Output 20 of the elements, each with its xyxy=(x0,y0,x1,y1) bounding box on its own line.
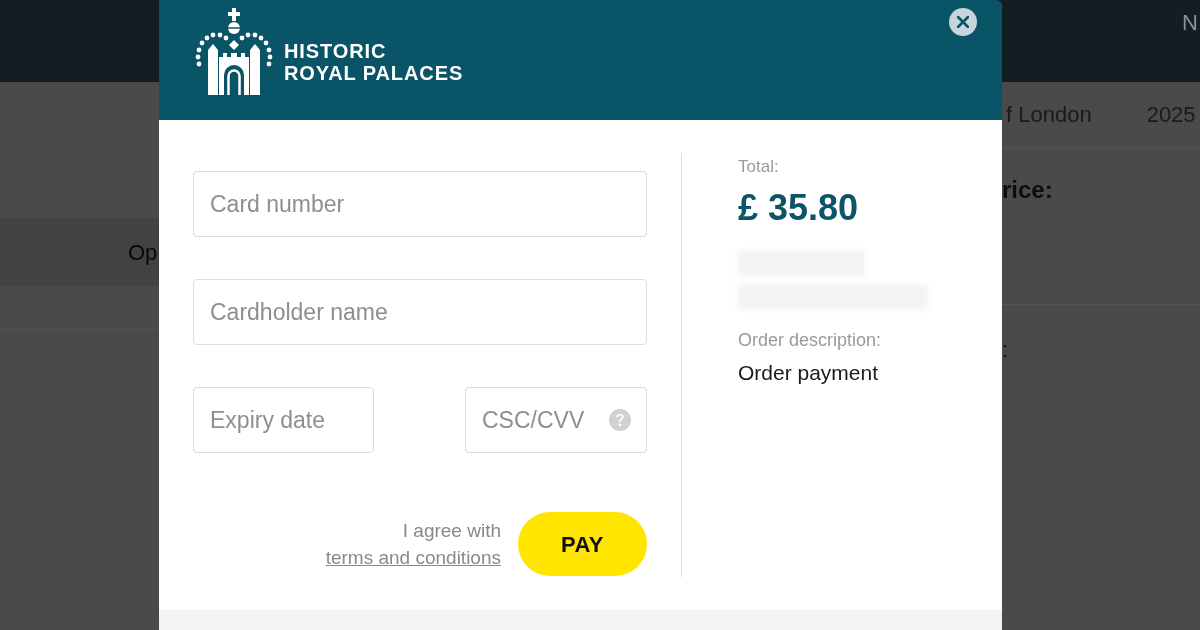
logo-text: HISTORIC xyxy=(284,40,388,62)
nav-text: N xyxy=(1182,9,1198,37)
band-text: Op xyxy=(128,238,158,267)
total-label: Total: xyxy=(738,156,779,178)
field-label: : xyxy=(1002,337,1009,362)
crown-gate-logo-icon xyxy=(195,8,273,95)
total-amount: £ 35.80 xyxy=(738,188,859,228)
close-button[interactable] xyxy=(949,8,977,36)
logo-text: ROYAL PALACES xyxy=(284,62,464,84)
section-heading: rice: xyxy=(1002,176,1053,203)
description-label: Order description: xyxy=(738,329,882,352)
description-text: Order payment xyxy=(738,360,879,386)
pay-button[interactable]: PAY xyxy=(518,512,647,576)
agreement-text: I agree with terms and conditions xyxy=(325,519,501,570)
input-field[interactable]: Expiry date xyxy=(193,387,374,453)
close-icon xyxy=(957,16,969,28)
input-field[interactable]: Card number xyxy=(193,171,647,237)
input-field[interactable]: Cardholder name xyxy=(193,279,647,345)
input-field[interactable]: CSC/CVV xyxy=(465,387,647,453)
terms-link[interactable]: terms and conditions xyxy=(325,547,501,568)
